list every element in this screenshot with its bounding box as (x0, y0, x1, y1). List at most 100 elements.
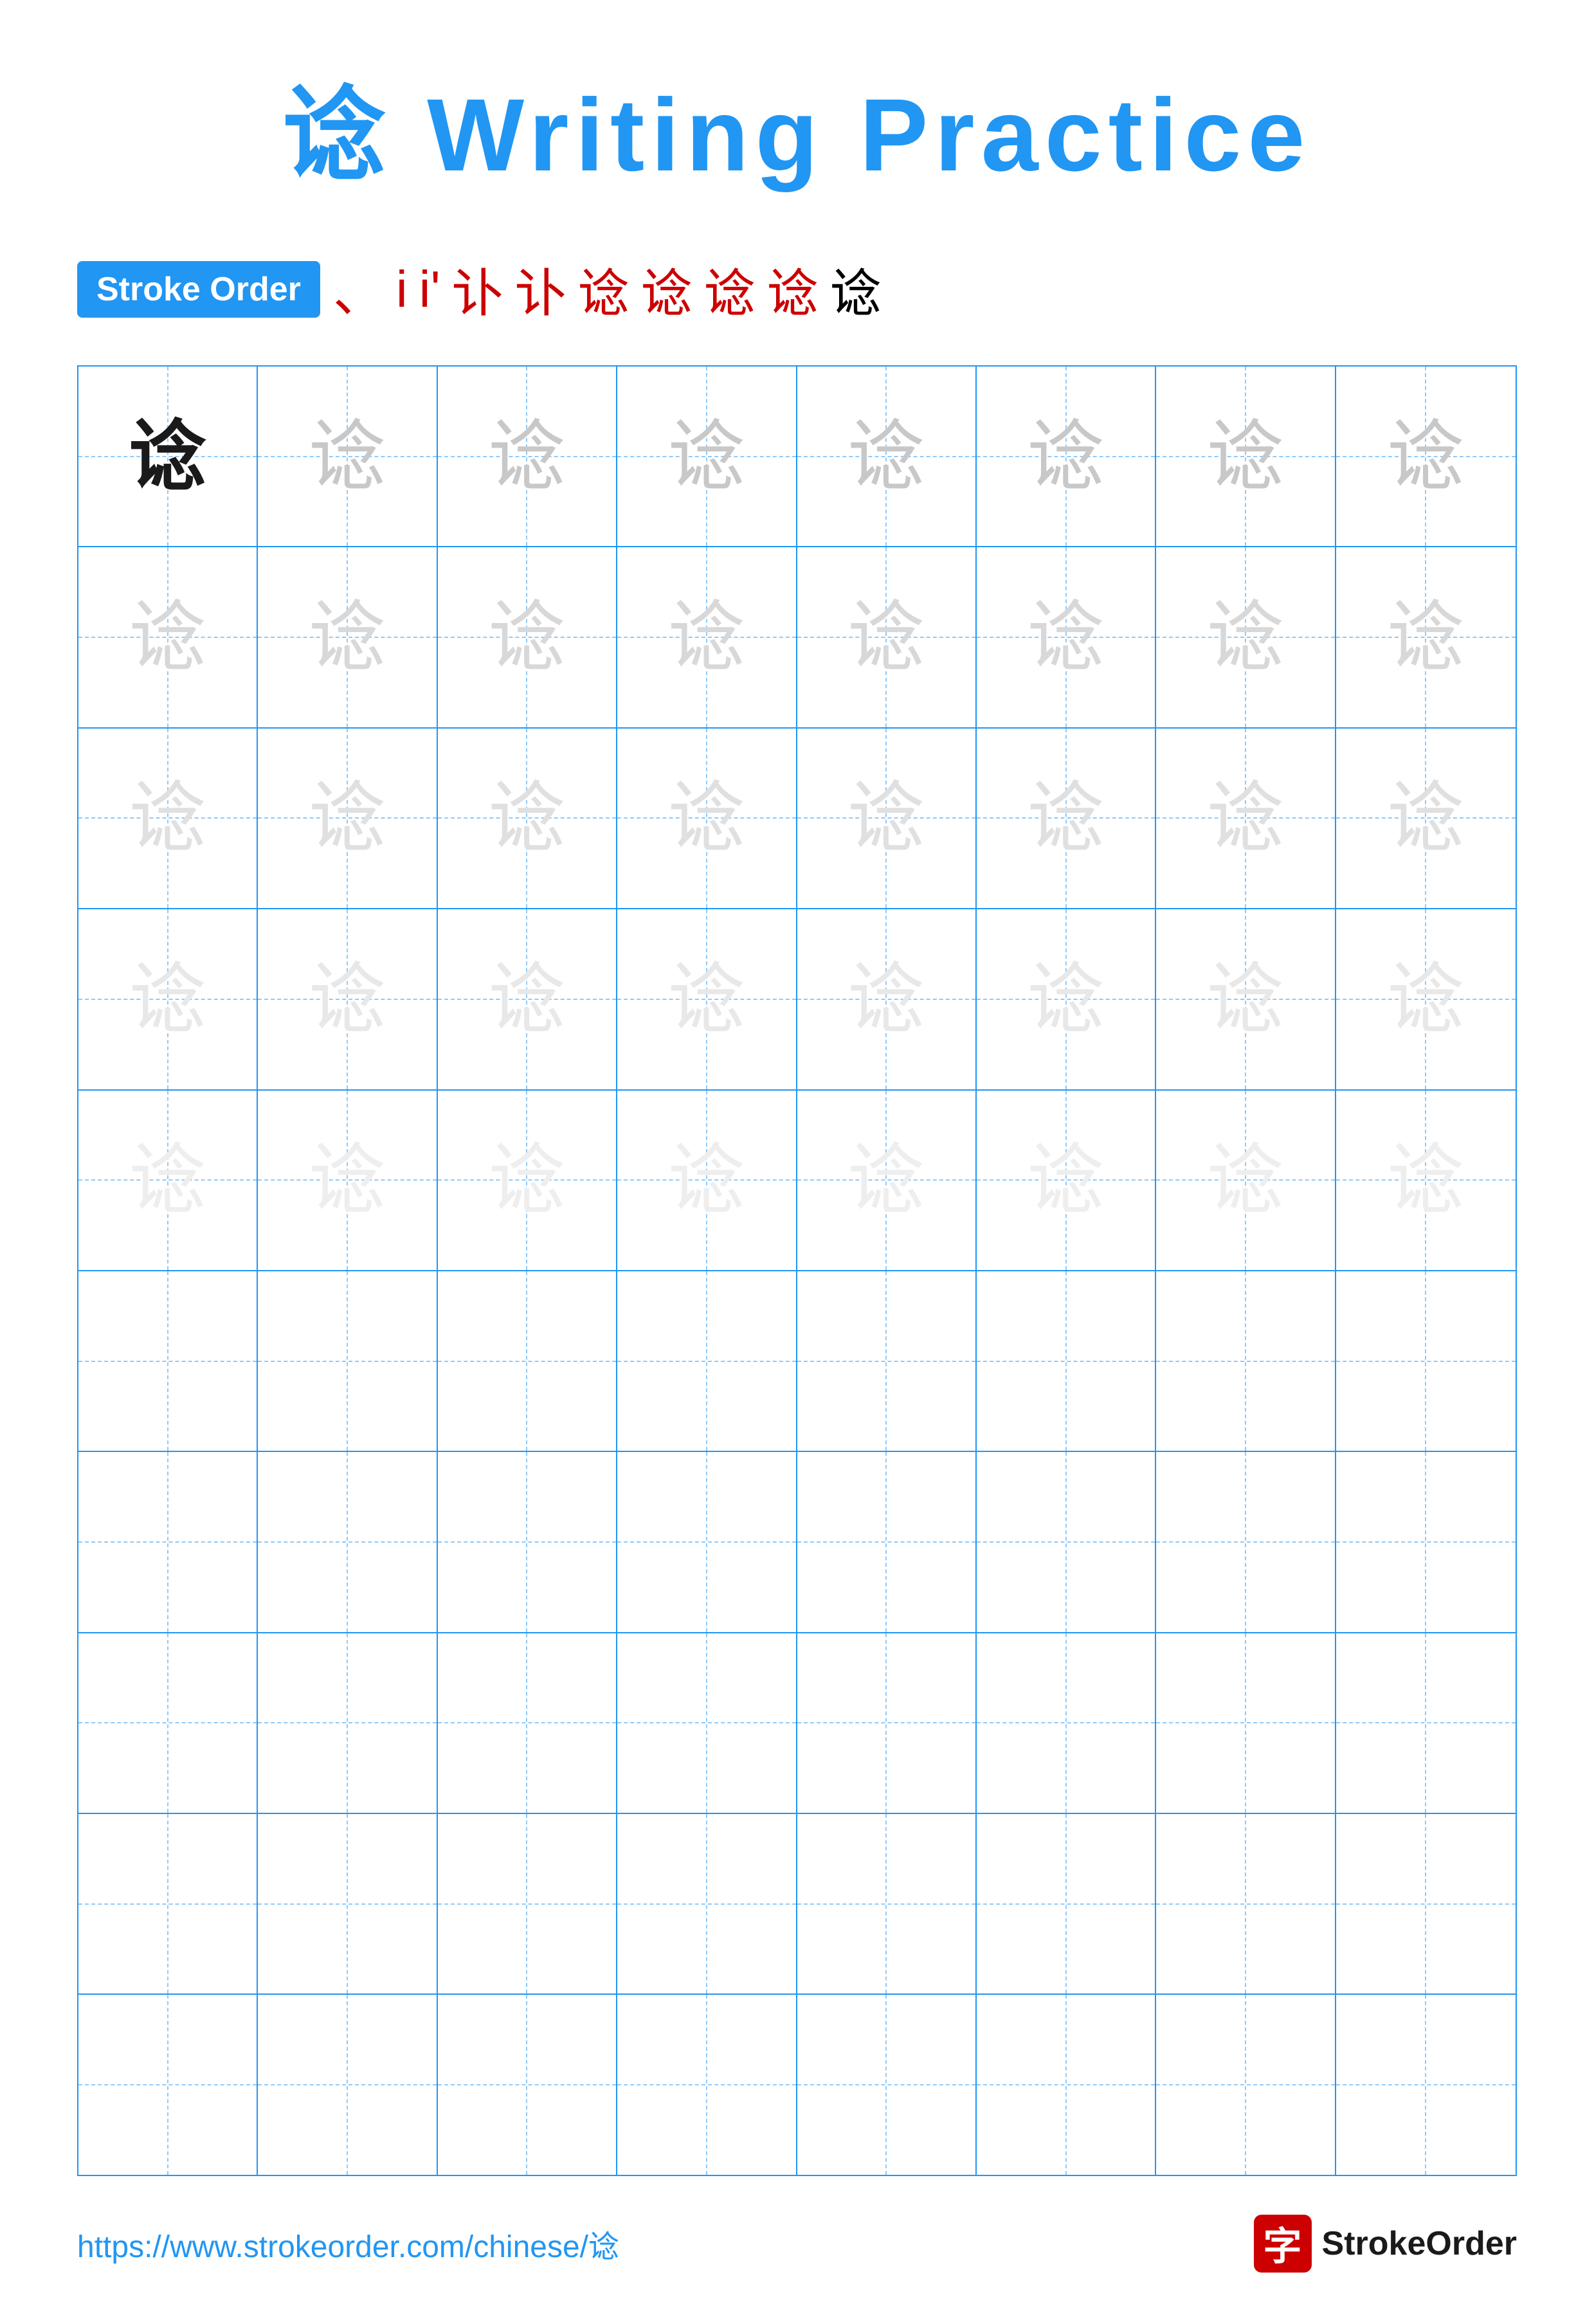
char-3-8: 谂 (1387, 779, 1464, 857)
grid-cell-10-4[interactable] (617, 1995, 797, 2174)
grid-cell-1-7[interactable]: 谂 (1156, 367, 1336, 546)
char-3-3: 谂 (488, 779, 565, 857)
grid-cell-5-4[interactable]: 谂 (617, 1091, 797, 1270)
grid-cell-3-6[interactable]: 谂 (977, 729, 1156, 908)
grid-cell-5-1[interactable]: 谂 (78, 1091, 258, 1270)
grid-cell-6-5[interactable] (797, 1271, 977, 1451)
grid-cell-2-8[interactable]: 谂 (1336, 547, 1516, 727)
grid-cell-4-1[interactable]: 谂 (78, 909, 258, 1089)
grid-cell-9-5[interactable] (797, 1814, 977, 1993)
footer-brand: 字 StrokeOrder (1254, 2215, 1517, 2273)
char-4-3: 谂 (488, 961, 565, 1038)
grid-row-10 (78, 1995, 1516, 2174)
grid-cell-8-2[interactable] (258, 1633, 437, 1813)
grid-cell-2-2[interactable]: 谂 (258, 547, 437, 727)
grid-cell-3-8[interactable]: 谂 (1336, 729, 1516, 908)
grid-cell-10-1[interactable] (78, 1995, 258, 2174)
grid-cell-4-8[interactable]: 谂 (1336, 909, 1516, 1089)
grid-cell-6-6[interactable] (977, 1271, 1156, 1451)
char-5-5: 谂 (847, 1141, 925, 1219)
grid-cell-3-2[interactable]: 谂 (258, 729, 437, 908)
grid-cell-6-1[interactable] (78, 1271, 258, 1451)
char-5-4: 谂 (668, 1141, 745, 1219)
stroke-step-1: 、 (333, 252, 385, 327)
grid-cell-7-8[interactable] (1336, 1452, 1516, 1631)
grid-cell-7-5[interactable] (797, 1452, 977, 1631)
grid-cell-10-3[interactable] (438, 1995, 617, 2174)
grid-cell-2-7[interactable]: 谂 (1156, 547, 1336, 727)
stroke-step-8: 谂 (704, 252, 756, 327)
grid-cell-2-5[interactable]: 谂 (797, 547, 977, 727)
char-2-2: 谂 (309, 599, 386, 676)
grid-cell-7-3[interactable] (438, 1452, 617, 1631)
grid-cell-10-6[interactable] (977, 1995, 1156, 2174)
grid-cell-4-2[interactable]: 谂 (258, 909, 437, 1089)
grid-cell-5-7[interactable]: 谂 (1156, 1091, 1336, 1270)
grid-cell-1-6[interactable]: 谂 (977, 367, 1156, 546)
grid-cell-3-3[interactable]: 谂 (438, 729, 617, 908)
grid-cell-8-8[interactable] (1336, 1633, 1516, 1813)
grid-cell-9-3[interactable] (438, 1814, 617, 1993)
grid-cell-8-7[interactable] (1156, 1633, 1336, 1813)
char-2-4: 谂 (668, 599, 745, 676)
grid-cell-8-5[interactable] (797, 1633, 977, 1813)
grid-cell-7-2[interactable] (258, 1452, 437, 1631)
char-3-1: 谂 (129, 779, 206, 857)
grid-cell-9-4[interactable] (617, 1814, 797, 1993)
stroke-order-row: Stroke Order 、 i i' 讣 讣 谂 谂 谂 谂 谂 (77, 252, 1517, 327)
grid-cell-6-2[interactable] (258, 1271, 437, 1451)
grid-cell-5-3[interactable]: 谂 (438, 1091, 617, 1270)
grid-cell-4-5[interactable]: 谂 (797, 909, 977, 1089)
grid-cell-3-7[interactable]: 谂 (1156, 729, 1336, 908)
grid-cell-2-4[interactable]: 谂 (617, 547, 797, 727)
grid-cell-4-7[interactable]: 谂 (1156, 909, 1336, 1089)
grid-cell-7-4[interactable] (617, 1452, 797, 1631)
grid-cell-8-1[interactable] (78, 1633, 258, 1813)
grid-cell-7-6[interactable] (977, 1452, 1156, 1631)
grid-cell-2-3[interactable]: 谂 (438, 547, 617, 727)
title-char: 谂 (283, 77, 392, 192)
grid-cell-9-2[interactable] (258, 1814, 437, 1993)
grid-cell-3-5[interactable]: 谂 (797, 729, 977, 908)
char-1-7: 谂 (1207, 418, 1284, 495)
grid-cell-1-8[interactable]: 谂 (1336, 367, 1516, 546)
grid-cell-1-5[interactable]: 谂 (797, 367, 977, 546)
grid-cell-5-5[interactable]: 谂 (797, 1091, 977, 1270)
grid-cell-6-8[interactable] (1336, 1271, 1516, 1451)
grid-cell-10-2[interactable] (258, 1995, 437, 2174)
grid-cell-10-5[interactable] (797, 1995, 977, 2174)
grid-cell-4-6[interactable]: 谂 (977, 909, 1156, 1089)
grid-cell-6-3[interactable] (438, 1271, 617, 1451)
grid-cell-8-6[interactable] (977, 1633, 1156, 1813)
grid-cell-5-2[interactable]: 谂 (258, 1091, 437, 1270)
grid-cell-1-1[interactable]: 谂 (78, 367, 258, 546)
grid-cell-9-1[interactable] (78, 1814, 258, 1993)
grid-cell-2-6[interactable]: 谂 (977, 547, 1156, 727)
grid-cell-1-4[interactable]: 谂 (617, 367, 797, 546)
grid-cell-10-7[interactable] (1156, 1995, 1336, 2174)
grid-cell-8-3[interactable] (438, 1633, 617, 1813)
grid-cell-8-4[interactable] (617, 1633, 797, 1813)
grid-cell-7-7[interactable] (1156, 1452, 1336, 1631)
grid-cell-1-2[interactable]: 谂 (258, 367, 437, 546)
grid-cell-6-7[interactable] (1156, 1271, 1336, 1451)
grid-row-1: 谂 谂 谂 谂 谂 谂 谂 谂 (78, 367, 1516, 547)
char-3-5: 谂 (847, 779, 925, 857)
char-1-1: 谂 (129, 418, 206, 495)
grid-cell-9-8[interactable] (1336, 1814, 1516, 1993)
grid-cell-6-4[interactable] (617, 1271, 797, 1451)
grid-cell-5-6[interactable]: 谂 (977, 1091, 1156, 1270)
grid-cell-5-8[interactable]: 谂 (1336, 1091, 1516, 1270)
grid-cell-3-4[interactable]: 谂 (617, 729, 797, 908)
grid-cell-4-4[interactable]: 谂 (617, 909, 797, 1089)
grid-cell-7-1[interactable] (78, 1452, 258, 1631)
grid-cell-9-6[interactable] (977, 1814, 1156, 1993)
grid-cell-10-8[interactable] (1336, 1995, 1516, 2174)
grid-cell-2-1[interactable]: 谂 (78, 547, 258, 727)
char-2-3: 谂 (488, 599, 565, 676)
grid-cell-3-1[interactable]: 谂 (78, 729, 258, 908)
grid-cell-1-3[interactable]: 谂 (438, 367, 617, 546)
grid-cell-4-3[interactable]: 谂 (438, 909, 617, 1089)
footer-url[interactable]: https://www.strokeorder.com/chinese/谂 (77, 2221, 619, 2266)
grid-cell-9-7[interactable] (1156, 1814, 1336, 1993)
